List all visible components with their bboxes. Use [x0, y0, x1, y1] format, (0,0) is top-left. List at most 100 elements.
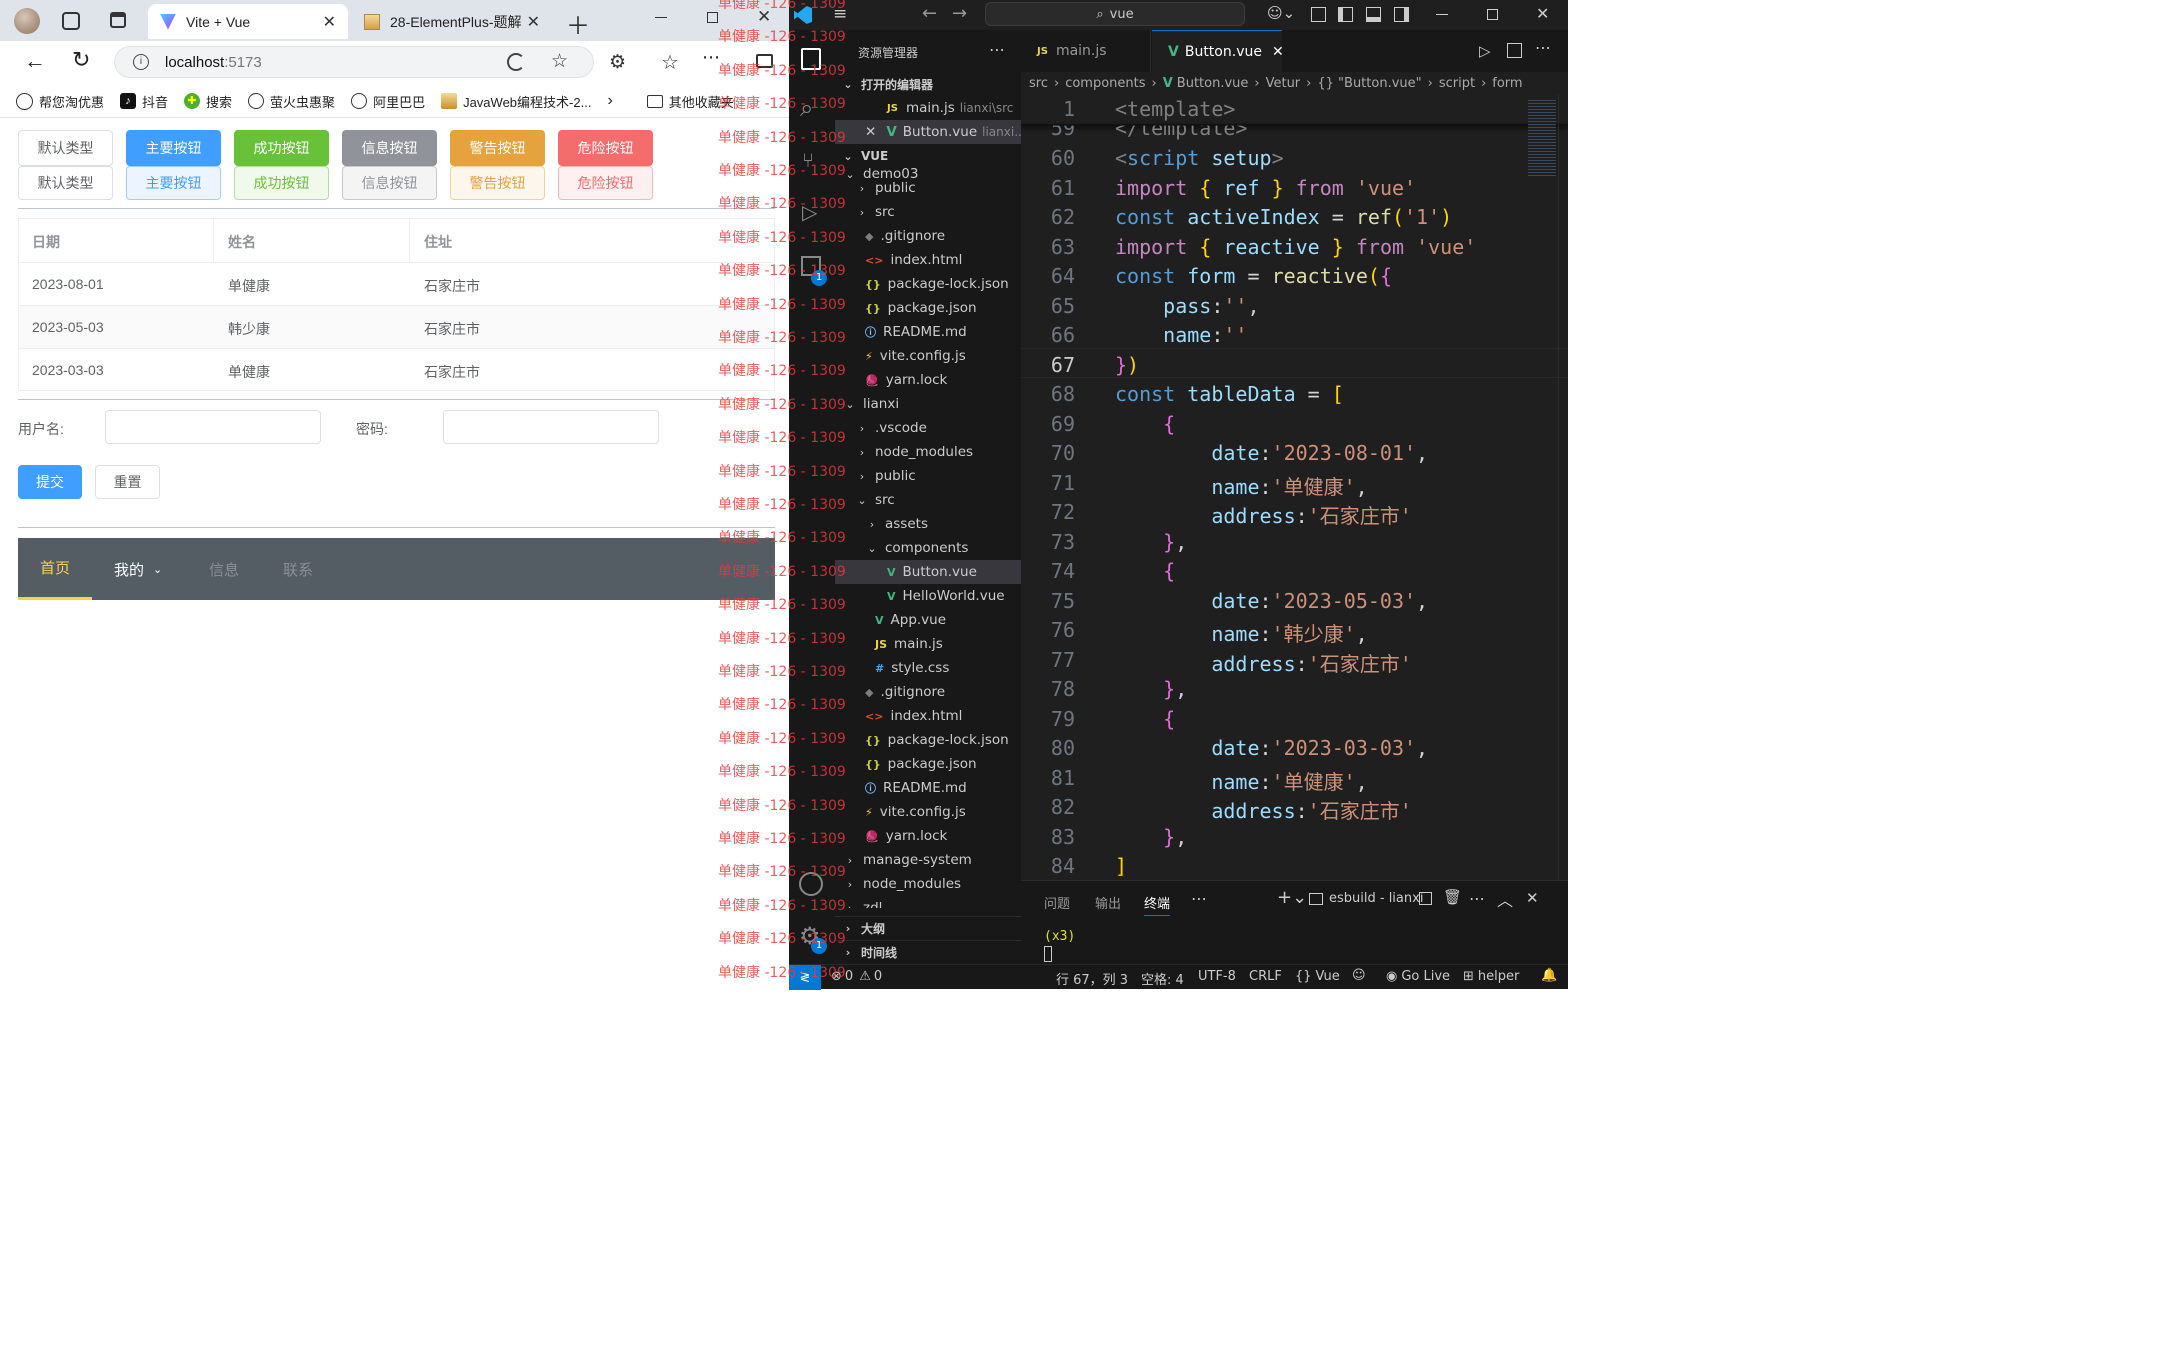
tree-file[interactable]: {} package-lock.json: [835, 728, 1021, 752]
new-terminal-icon[interactable]: +⌄: [1277, 887, 1307, 908]
menu-icon[interactable]: ≡: [833, 4, 847, 24]
language-mode[interactable]: {} Vue: [1295, 969, 1340, 984]
more-actions-icon[interactable]: ⋯: [989, 40, 1005, 59]
refresh-icon[interactable]: ↻: [72, 47, 90, 73]
tree-folder[interactable]: › node_modules: [835, 440, 1021, 464]
bookmark-yinghuochong[interactable]: 萤火虫惠聚: [248, 92, 335, 111]
tree-file[interactable]: JS main.js: [835, 632, 1021, 656]
success-button[interactable]: 成功按钮: [234, 130, 329, 166]
nav-forward-icon[interactable]: →: [952, 3, 967, 24]
toggle-secondary-icon[interactable]: [1394, 7, 1409, 22]
tree-file[interactable]: V App.vue: [835, 608, 1021, 632]
menu-item-mine[interactable]: 我的 ⌄: [114, 538, 162, 600]
danger-button[interactable]: 危险按钮: [558, 130, 653, 166]
tree-folder[interactable]: › manage-system: [835, 848, 1021, 872]
favorites-icon[interactable]: ☆: [661, 50, 679, 75]
breadcrumb-item[interactable]: {} "Button.vue": [1317, 76, 1421, 91]
problems-indicator[interactable]: ⊗ 0 ⚠ 0: [831, 969, 882, 984]
tab-main-js[interactable]: JS main.js: [1021, 30, 1151, 72]
tab-terminal[interactable]: 终端: [1144, 893, 1171, 916]
tree-folder[interactable]: ⌄ lianxi: [835, 392, 1021, 416]
tree-file[interactable]: 🧶 yarn.lock: [835, 368, 1021, 392]
vertical-tabs-icon[interactable]: [110, 12, 126, 28]
trash-icon[interactable]: 🗑: [1443, 888, 1462, 906]
indentation[interactable]: 空格: 4: [1141, 969, 1184, 988]
run-debug-icon[interactable]: ▷: [802, 200, 817, 224]
split-editor-icon[interactable]: [1507, 43, 1522, 58]
edge-icon[interactable]: [507, 53, 525, 71]
favorite-star-icon[interactable]: ☆: [551, 50, 568, 73]
sidebar-toggle-icon[interactable]: [756, 54, 773, 68]
open-editor-item[interactable]: JS main.js lianxi\src: [835, 96, 1021, 120]
warning-button[interactable]: 警告按钮: [450, 130, 545, 166]
tree-folder[interactable]: › public: [835, 464, 1021, 488]
maximize-icon[interactable]: [707, 12, 718, 23]
tree-file[interactable]: <> index.html: [835, 704, 1021, 728]
outline-header[interactable]: › 大纲: [835, 916, 1021, 940]
breadcrumb-item[interactable]: src: [1029, 76, 1048, 91]
tree-folder[interactable]: › zdl: [835, 896, 1021, 908]
tree-file[interactable]: ⓘ README.md: [835, 776, 1021, 800]
close-icon[interactable]: ✕: [1272, 44, 1284, 60]
minimize-icon[interactable]: [1436, 14, 1448, 15]
menu-item-home[interactable]: 首页: [18, 538, 92, 600]
bookmark-douyin[interactable]: ♪ 抖音: [120, 92, 168, 111]
tree-folder[interactable]: › src: [835, 200, 1021, 224]
remote-icon[interactable]: ≷: [789, 965, 821, 990]
tab-button-vue[interactable]: V Button.vue ✕: [1152, 30, 1284, 72]
encoding[interactable]: UTF-8: [1198, 969, 1236, 984]
back-icon[interactable]: ←: [24, 48, 46, 74]
breadcrumb-item[interactable]: Vetur: [1266, 76, 1301, 91]
bookmark-javaweb[interactable]: JavaWeb编程技术-2...: [441, 92, 591, 111]
close-panel-icon[interactable]: ✕: [1526, 889, 1539, 907]
minimize-icon[interactable]: [655, 17, 667, 18]
maximize-panel-icon[interactable]: ︿: [1497, 887, 1513, 911]
danger-plain-button[interactable]: 危险按钮: [558, 166, 653, 200]
tab-elementplus[interactable]: 28-ElementPlus-题解 ✕: [352, 4, 552, 39]
username-input[interactable]: [105, 410, 321, 444]
close-tab-icon[interactable]: ✕: [323, 12, 336, 32]
tree-folder[interactable]: › public: [835, 176, 1021, 200]
accounts-icon[interactable]: [799, 872, 823, 896]
tree-file[interactable]: 🧶 yarn.lock: [835, 824, 1021, 848]
code-editor[interactable]: 1 <template> 59 </template> 60 <script se…: [1021, 94, 1568, 880]
tree-file[interactable]: ⚡ vite.config.js: [835, 800, 1021, 824]
new-tab-icon[interactable]: ＋: [566, 6, 590, 41]
timeline-header[interactable]: › 时间线: [835, 940, 1021, 964]
close-icon[interactable]: ✕: [865, 124, 876, 140]
tree-file[interactable]: V Button.vue: [835, 560, 1021, 584]
tab-problems[interactable]: 问题: [1044, 893, 1070, 912]
close-tab-icon[interactable]: ✕: [527, 12, 540, 32]
line-ending[interactable]: CRLF: [1249, 969, 1282, 984]
search-icon[interactable]: ⌕: [800, 94, 813, 122]
workspaces-icon[interactable]: [62, 12, 80, 30]
tree-folder[interactable]: ⌄ components: [835, 536, 1021, 560]
tree-file[interactable]: <> index.html: [835, 248, 1021, 272]
explorer-icon[interactable]: [801, 48, 821, 70]
terminal-selector[interactable]: esbuild - lianxi: [1309, 891, 1423, 906]
notifications-icon[interactable]: 🔔: [1541, 968, 1557, 983]
extensions-icon[interactable]: ⚙: [609, 51, 626, 74]
primary-plain-button[interactable]: 主要按钮: [126, 166, 221, 200]
copilot-status-icon[interactable]: ☺: [1352, 968, 1366, 983]
breadcrumb-item[interactable]: components: [1065, 76, 1145, 91]
profile-avatar[interactable]: [14, 8, 40, 34]
tree-file[interactable]: V HelloWorld.vue: [835, 584, 1021, 608]
breadcrumb-item[interactable]: Button.vue: [1177, 76, 1249, 91]
close-window-icon[interactable]: ✕: [757, 7, 771, 27]
other-bookmarks[interactable]: 其他收藏夹: [646, 92, 734, 111]
bookmarks-more-icon[interactable]: ›: [607, 92, 612, 110]
bookmark-taobao[interactable]: 帮您淘优惠: [16, 92, 104, 111]
go-live-button[interactable]: ◉ Go Live: [1386, 969, 1450, 984]
command-search[interactable]: ⌕ vue: [985, 2, 1245, 26]
tree-file[interactable]: {} package.json: [835, 296, 1021, 320]
split-terminal-icon[interactable]: [1419, 892, 1432, 905]
warning-plain-button[interactable]: 警告按钮: [450, 166, 545, 200]
minimap[interactable]: [1528, 98, 1556, 178]
more-actions-icon[interactable]: ⋯: [1191, 889, 1207, 908]
tree-file[interactable]: {} package-lock.json: [835, 272, 1021, 296]
open-editor-item[interactable]: ✕ V Button.vue lianxi...: [835, 120, 1026, 144]
bookmark-alibaba[interactable]: 阿里巴巴: [351, 92, 425, 111]
copilot-icon[interactable]: ☺⌄: [1267, 4, 1295, 22]
tree-folder[interactable]: › .vscode: [835, 416, 1021, 440]
